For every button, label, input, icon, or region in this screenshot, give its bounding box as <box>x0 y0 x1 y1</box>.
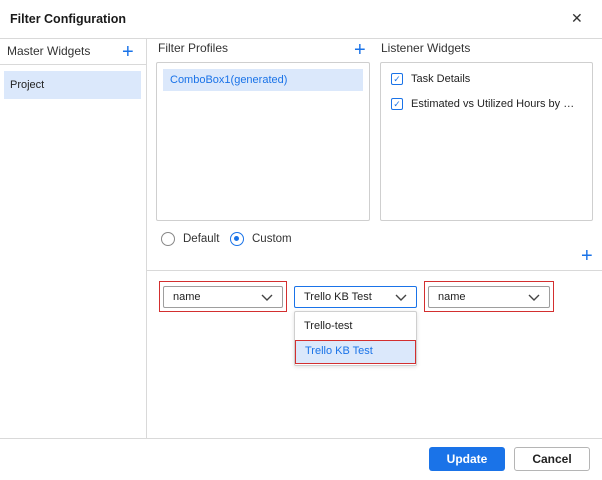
dialog-title: Filter Configuration <box>10 12 126 26</box>
listener-widget-label: Estimated vs Utilized Hours by Pr... <box>411 98 579 110</box>
radio-custom[interactable]: Custom <box>230 231 292 247</box>
listener-widget-label: Task Details <box>411 73 471 85</box>
widget-select[interactable]: Trello KB Test <box>294 286 417 308</box>
filter-profile-item[interactable]: ComboBox1(generated) <box>163 69 363 91</box>
add-filter-row-button[interactable]: + <box>581 246 593 266</box>
listener-field-select[interactable]: name <box>428 286 550 308</box>
master-field-value: name <box>173 291 201 303</box>
add-filter-profile-button[interactable]: + <box>354 40 366 60</box>
master-widgets-heading: Master Widgets <box>7 44 91 58</box>
left-column-divider <box>146 38 147 438</box>
radio-selected-icon[interactable] <box>230 232 244 246</box>
radio-custom-label: Custom <box>252 233 292 245</box>
master-widget-item-project[interactable]: Project <box>4 71 141 99</box>
radio-default[interactable]: Default <box>161 231 219 247</box>
update-button[interactable]: Update <box>429 447 505 471</box>
cancel-button[interactable]: Cancel <box>514 447 590 471</box>
widget-dropdown-menu: Trello-test Trello KB Test <box>294 311 417 366</box>
checkbox-icon[interactable]: ✓ <box>391 98 403 110</box>
listener-widgets-heading: Listener Widgets <box>381 41 471 55</box>
add-master-widget-button[interactable]: + <box>122 42 134 62</box>
widget-select-value: Trello KB Test <box>304 291 372 303</box>
filter-profiles-list: ComboBox1(generated) <box>156 62 370 221</box>
radio-icon[interactable] <box>161 232 175 246</box>
mapping-divider <box>147 270 602 271</box>
chevron-down-icon <box>395 294 407 301</box>
header-divider <box>0 38 602 39</box>
left-head-divider <box>0 64 146 65</box>
footer-divider <box>0 438 602 439</box>
dropdown-option[interactable]: Trello-test <box>295 314 416 338</box>
chevron-down-icon <box>528 294 540 301</box>
radio-default-label: Default <box>183 233 220 245</box>
master-field-select[interactable]: name <box>163 286 283 308</box>
chevron-down-icon <box>261 294 273 301</box>
listener-widgets-list: ✓ Task Details ✓ Estimated vs Utilized H… <box>380 62 593 221</box>
filter-profiles-heading: Filter Profiles <box>158 41 229 55</box>
listener-field-value: name <box>438 291 466 303</box>
listener-widget-row[interactable]: ✓ Estimated vs Utilized Hours by Pr... <box>391 95 579 113</box>
checkbox-icon[interactable]: ✓ <box>391 73 403 85</box>
listener-widget-row[interactable]: ✓ Task Details <box>391 70 470 88</box>
dropdown-option-selected[interactable]: Trello KB Test <box>295 340 416 364</box>
close-icon[interactable]: ✕ <box>571 10 583 26</box>
